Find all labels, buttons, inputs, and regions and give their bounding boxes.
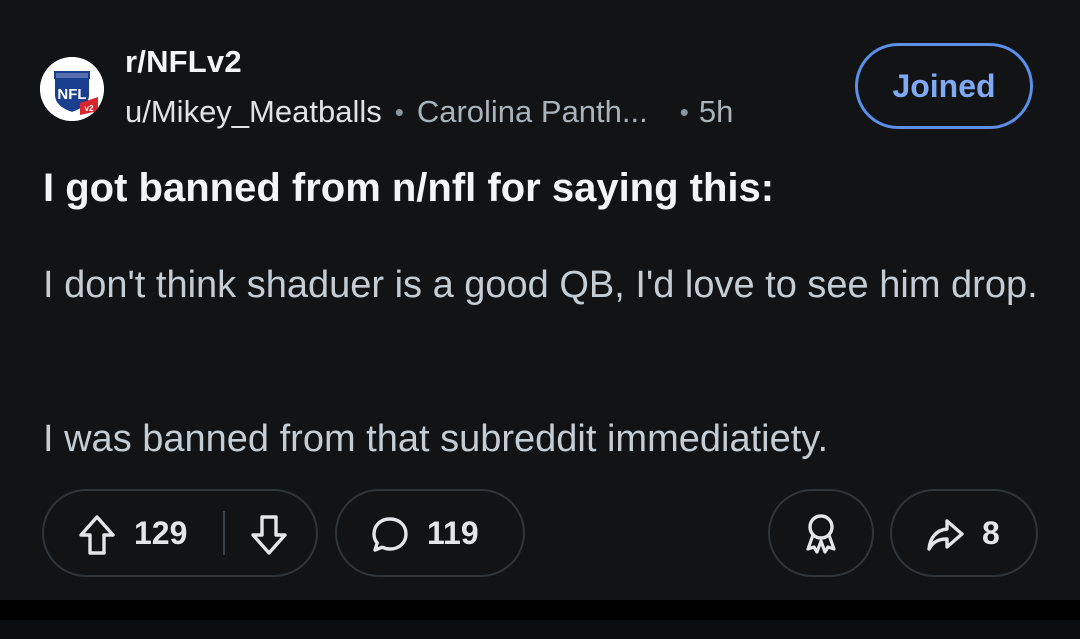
joined-button[interactable]: Joined — [855, 43, 1033, 129]
post-card: NFL v2 r/NFLv2 u/Mikey_Meatballs • Carol… — [0, 0, 1080, 600]
svg-text:NFL: NFL — [57, 86, 86, 103]
author-username[interactable]: u/Mikey_Meatballs — [125, 94, 382, 130]
post-meta: u/Mikey_Meatballs • Carolina Panth... • … — [125, 94, 733, 130]
vote-divider — [223, 511, 225, 555]
post-body-paragraph: I was banned from that subreddit immedia… — [43, 418, 829, 460]
comment-count: 119 — [427, 515, 479, 551]
next-post-divider — [0, 600, 1080, 639]
comment-bubble-icon — [370, 515, 410, 555]
share-button[interactable]: 8 — [890, 489, 1038, 577]
vote-control: 129 — [42, 489, 318, 577]
meta-separator: • — [679, 96, 689, 127]
award-button[interactable] — [768, 489, 874, 577]
subreddit-name[interactable]: r/NFLv2 — [125, 44, 242, 80]
post-time: 5h — [698, 94, 734, 129]
subreddit-avatar[interactable]: NFL v2 — [40, 57, 104, 121]
post-title[interactable]: I got banned from n/nfl for saying this: — [43, 166, 774, 211]
svg-text:v2: v2 — [85, 104, 94, 113]
share-count: 8 — [982, 515, 1000, 551]
upvote-arrow-icon[interactable] — [77, 513, 117, 557]
vote-count: 129 — [134, 515, 188, 551]
nfl-shield-icon: NFL v2 — [40, 57, 104, 121]
share-arrow-icon — [925, 515, 965, 555]
next-post-edge — [0, 620, 1080, 639]
meta-separator: • — [394, 96, 404, 127]
post-body-paragraph: I don't think shaduer is a good QB, I'd … — [43, 264, 1038, 306]
user-flair: Carolina Panth... — [416, 94, 648, 129]
downvote-arrow-icon[interactable] — [249, 513, 289, 557]
award-ribbon-icon — [801, 511, 841, 555]
comments-button[interactable]: 119 — [335, 489, 525, 577]
